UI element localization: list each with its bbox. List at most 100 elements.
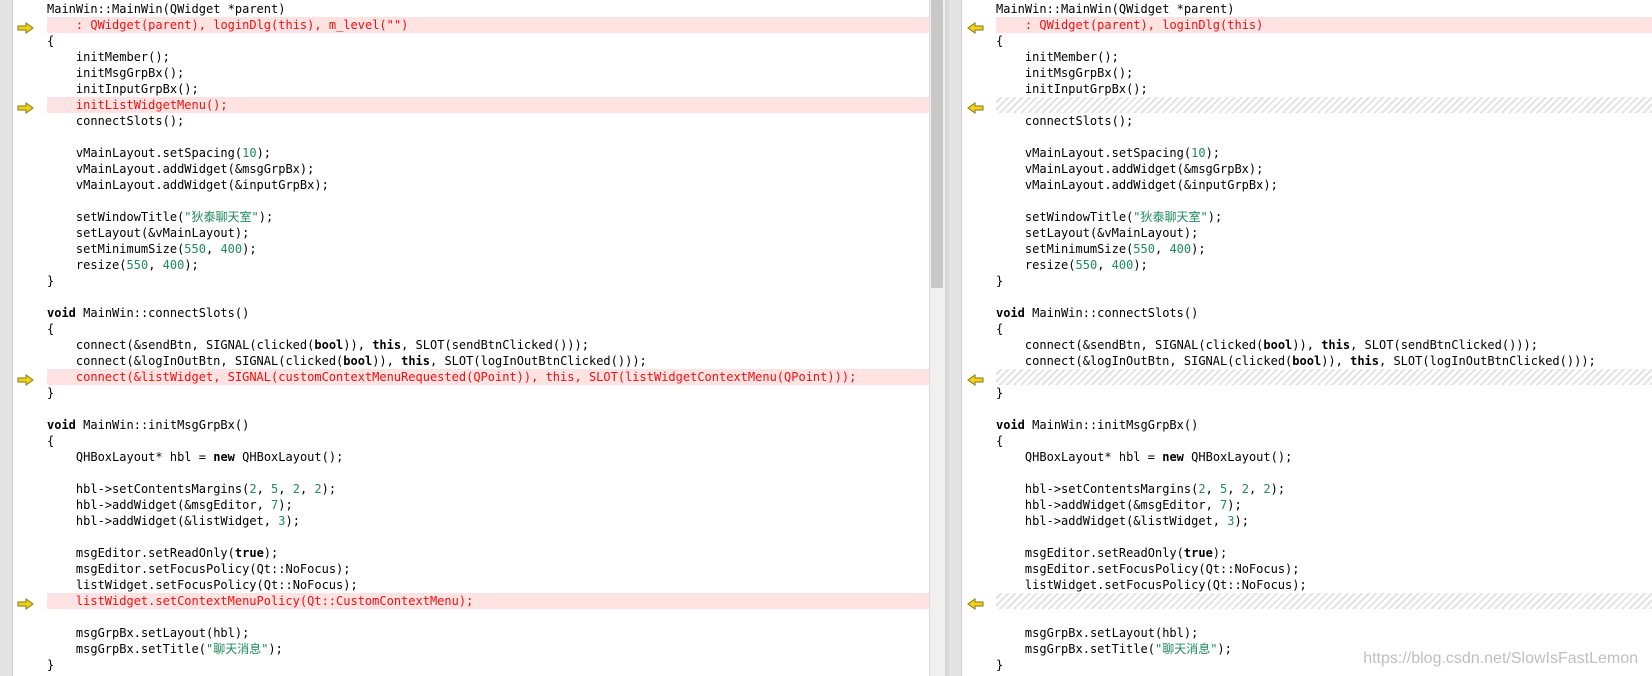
code-line: void MainWin::initMsgGrpBx(): [996, 418, 1199, 432]
left-scrollbar-thumb[interactable]: [931, 0, 943, 288]
right-marker-column: [962, 0, 996, 676]
arrow-right-icon[interactable]: [17, 595, 35, 610]
code-line: MainWin::MainWin(QWidget *parent): [47, 2, 286, 16]
code-line: listWidget.setFocusPolicy(Qt::NoFocus);: [1024, 578, 1307, 592]
code-line: msgEditor.setReadOnly(true);: [75, 546, 279, 560]
code-line: hbl->addWidget(&msgEditor, 7);: [75, 498, 293, 512]
code-line: }: [996, 274, 1004, 288]
code-line: connectSlots();: [75, 114, 185, 128]
watermark: https://blog.csdn.net/SlowIsFastLemon: [1363, 650, 1638, 667]
right-pane[interactable]: MainWin::MainWin(QWidget *parent) : QWid…: [949, 0, 1652, 676]
code-line: msgEditor.setFocusPolicy(Qt::NoFocus);: [1024, 562, 1300, 576]
code-line: vMainLayout.addWidget(&inputGrpBx);: [75, 178, 329, 192]
changed-line: : QWidget(parent), loginDlg(this), m_lev…: [47, 17, 945, 33]
code-line: msgEditor.setReadOnly(true);: [1024, 546, 1228, 560]
code-line: setMinimumSize(550, 400);: [75, 242, 257, 256]
code-line: connect(&logInOutBtn, SIGNAL(clicked(boo…: [1024, 354, 1596, 368]
code-line: {: [47, 434, 55, 448]
code-line: void MainWin::initMsgGrpBx(): [47, 418, 250, 432]
right-gutter: [949, 0, 962, 676]
code-line: setWindowTitle("狄泰聊天室");: [75, 210, 274, 224]
code-line: {: [47, 34, 55, 48]
code-line: resize(550, 400);: [75, 258, 199, 272]
arrow-left-icon[interactable]: [966, 371, 984, 386]
code-line: vMainLayout.setSpacing(10);: [1024, 146, 1221, 160]
code-line: void MainWin::connectSlots(): [996, 306, 1199, 320]
placeholder-line: [996, 97, 1652, 113]
code-line: }: [47, 658, 55, 672]
arrow-left-icon[interactable]: [966, 19, 984, 34]
placeholder-line: [996, 593, 1652, 609]
code-line: msgGrpBx.setLayout(hbl);: [1024, 626, 1199, 640]
code-line: QHBoxLayout* hbl = new QHBoxLayout();: [75, 450, 344, 464]
code-line: hbl->addWidget(&msgEditor, 7);: [1024, 498, 1242, 512]
left-marker-column: [13, 0, 47, 676]
code-line: initInputGrpBx();: [75, 82, 199, 96]
code-line: connect(&sendBtn, SIGNAL(clicked(bool)),…: [1024, 338, 1538, 352]
code-line: connectSlots();: [1024, 114, 1134, 128]
code-line: void MainWin::connectSlots(): [47, 306, 250, 320]
code-line: {: [996, 322, 1004, 336]
code-line: msgEditor.setFocusPolicy(Qt::NoFocus);: [75, 562, 351, 576]
code-line: connect(&logInOutBtn, SIGNAL(clicked(boo…: [75, 354, 647, 368]
code-line: msgGrpBx.setTitle("聊天消息");: [75, 642, 283, 656]
arrow-right-icon[interactable]: [17, 19, 35, 34]
code-line: listWidget.setFocusPolicy(Qt::NoFocus);: [75, 578, 358, 592]
code-line: initInputGrpBx();: [1024, 82, 1148, 96]
left-gutter: [0, 0, 13, 676]
code-line: QHBoxLayout* hbl = new QHBoxLayout();: [1024, 450, 1293, 464]
code-line: {: [996, 434, 1004, 448]
code-line: initMsgGrpBx();: [75, 66, 185, 80]
arrow-right-icon[interactable]: [17, 99, 35, 114]
changed-line: listWidget.setContextMenuPolicy(Qt::Cust…: [47, 593, 945, 609]
code-line: initMember();: [1024, 50, 1119, 64]
code-line: setLayout(&vMainLayout);: [75, 226, 250, 240]
code-line: setMinimumSize(550, 400);: [1024, 242, 1206, 256]
code-line: }: [47, 386, 55, 400]
code-line: resize(550, 400);: [1024, 258, 1148, 272]
left-pane[interactable]: MainWin::MainWin(QWidget *parent) : QWid…: [0, 0, 945, 676]
code-line: }: [47, 274, 55, 288]
code-line: initMsgGrpBx();: [1024, 66, 1134, 80]
code-line: msgGrpBx.setLayout(hbl);: [75, 626, 250, 640]
code-line: setLayout(&vMainLayout);: [1024, 226, 1199, 240]
code-line: hbl->addWidget(&listWidget, 3);: [75, 514, 300, 528]
left-code[interactable]: MainWin::MainWin(QWidget *parent) : QWid…: [47, 1, 945, 673]
arrow-left-icon[interactable]: [966, 595, 984, 610]
code-line: vMainLayout.addWidget(&inputGrpBx);: [1024, 178, 1278, 192]
code-line: vMainLayout.addWidget(&msgGrpBx);: [1024, 162, 1264, 176]
code-line: {: [996, 34, 1004, 48]
arrow-right-icon[interactable]: [17, 371, 35, 386]
code-line: {: [47, 322, 55, 336]
code-line: hbl->setContentsMargins(2, 5, 2, 2);: [75, 482, 337, 496]
changed-line: : QWidget(parent), loginDlg(this): [996, 17, 1652, 33]
changed-line: initListWidgetMenu();: [47, 97, 945, 113]
code-line: hbl->addWidget(&listWidget, 3);: [1024, 514, 1249, 528]
code-line: MainWin::MainWin(QWidget *parent): [996, 2, 1235, 16]
code-line: setWindowTitle("狄泰聊天室");: [1024, 210, 1223, 224]
code-line: }: [996, 386, 1004, 400]
diff-view: MainWin::MainWin(QWidget *parent) : QWid…: [0, 0, 1652, 676]
code-line: vMainLayout.setSpacing(10);: [75, 146, 272, 160]
code-line: initMember();: [75, 50, 170, 64]
code-line: hbl->setContentsMargins(2, 5, 2, 2);: [1024, 482, 1286, 496]
arrow-left-icon[interactable]: [966, 99, 984, 114]
changed-line: connect(&listWidget, SIGNAL(customContex…: [47, 369, 945, 385]
right-code[interactable]: MainWin::MainWin(QWidget *parent) : QWid…: [996, 1, 1652, 673]
code-line: connect(&sendBtn, SIGNAL(clicked(bool)),…: [75, 338, 589, 352]
code-line: vMainLayout.addWidget(&msgGrpBx);: [75, 162, 315, 176]
